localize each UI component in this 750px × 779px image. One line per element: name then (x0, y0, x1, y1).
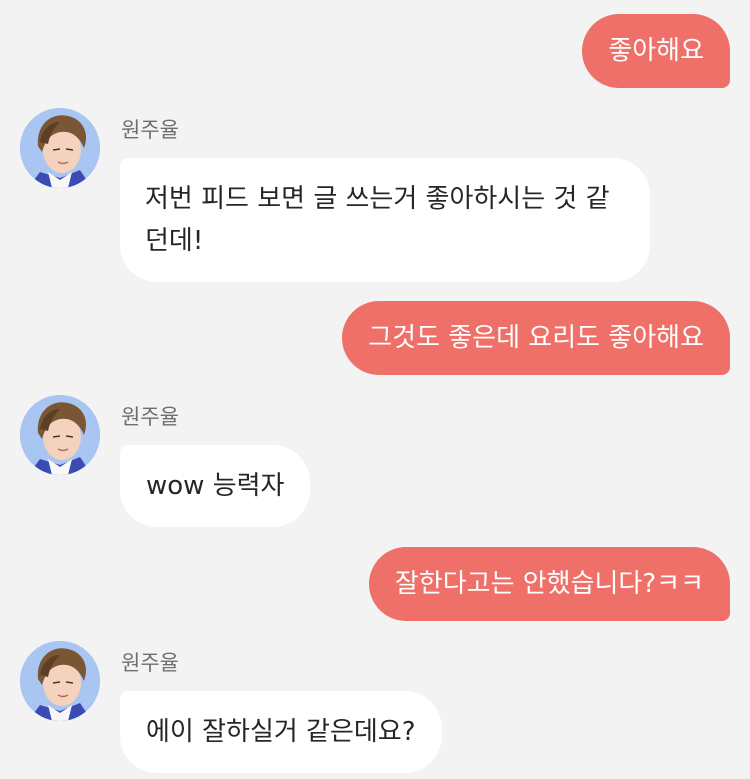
sender-name: 원주율 (121, 118, 179, 142)
sender-name: 원주율 (121, 405, 179, 429)
message-text: 에이 잘하실거 같은데요? (146, 717, 416, 747)
avatar-icon[interactable] (20, 108, 100, 188)
my-message-bubble[interactable]: 잘한다고는 안했습니다?ㅋㅋ (368, 547, 730, 621)
my-message-bubble[interactable]: 그것도 좋은데 요리도 좋아해요 (342, 301, 730, 375)
their-message-bubble[interactable]: wow 능력자 (120, 445, 311, 527)
their-message-bubble[interactable]: 에이 잘하실거 같은데요? (120, 691, 442, 773)
message-text: 잘한다고는 안했습니다?ㅋㅋ (394, 569, 704, 599)
message-text: wow 능력자 (146, 471, 285, 501)
avatar-icon[interactable] (20, 641, 100, 721)
message-text: 좋아해요 (608, 36, 704, 66)
their-message-bubble[interactable]: 저번 피드 보면 글 쓰는거 좋아하시는 것 같던데! (120, 158, 650, 282)
avatar-icon[interactable] (20, 395, 100, 475)
message-text: 그것도 좋은데 요리도 좋아해요 (368, 323, 704, 353)
my-message-bubble[interactable]: 좋아해요 (582, 14, 730, 88)
sender-name: 원주율 (121, 651, 179, 675)
message-text: 저번 피드 보면 글 쓰는거 좋아하시는 것 같던데! (145, 184, 610, 256)
